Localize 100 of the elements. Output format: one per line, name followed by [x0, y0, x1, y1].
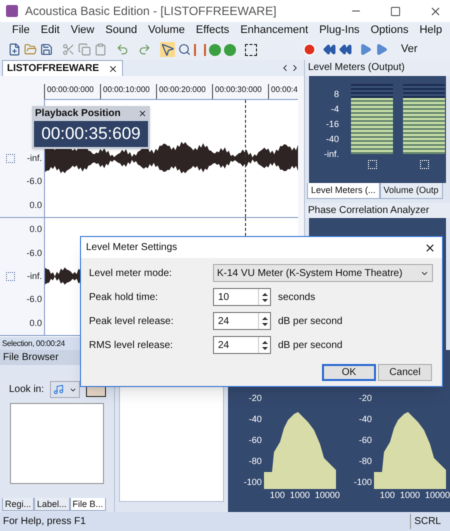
panel-tab[interactable]: File B... [70, 498, 106, 511]
spectrum-x-label: 100 [380, 489, 395, 501]
db-label: -inf. [26, 154, 42, 163]
ruler-label: 00:00:20:000 [156, 84, 212, 99]
channel-icon[interactable] [6, 154, 15, 163]
panel-tab[interactable]: Volume (Outp [380, 183, 443, 199]
panel-title: Phase Correlation Analyzer [305, 203, 450, 218]
close-icon[interactable] [429, 4, 442, 18]
play-icon[interactable] [375, 43, 388, 56]
menu-item[interactable]: View [70, 22, 94, 39]
close-icon[interactable] [424, 242, 436, 254]
play-icon[interactable] [359, 43, 372, 56]
spectrum-x-label: 100 [270, 489, 285, 501]
field-label: RMS level release: [89, 338, 174, 352]
panel-tab[interactable]: Label... [34, 498, 70, 511]
ruler-label: 00:00:30:000 [212, 84, 268, 99]
ruler-label: 00:00:10:000 [100, 84, 156, 99]
save-icon[interactable] [40, 43, 53, 56]
meter-icon[interactable] [368, 160, 376, 169]
new-file-icon[interactable] [8, 43, 21, 56]
spectrum-y-label: -20 [248, 392, 262, 404]
spectrum-y-label: -80 [248, 455, 262, 467]
rewind-icon[interactable] [323, 43, 336, 56]
menu-item[interactable]: Volume [148, 22, 185, 39]
folder-icon[interactable] [24, 43, 37, 56]
spectrum-x-label: 10000 [424, 489, 450, 501]
channel-icon[interactable] [6, 272, 15, 281]
redo-icon[interactable] [138, 43, 151, 56]
unit-label: seconds [278, 290, 316, 304]
spectrum-y-label: -60 [358, 434, 372, 446]
db-label: -6.0 [26, 295, 42, 304]
dialog-button[interactable]: OK [322, 364, 376, 381]
field-label: Peak hold time: [89, 290, 159, 304]
close-icon[interactable] [138, 109, 147, 118]
spectrum-y-label: -40 [358, 413, 372, 425]
menu-item[interactable]: Sound [105, 22, 138, 39]
music-note-icon [53, 384, 64, 395]
app-icon [6, 5, 18, 17]
field-label: Peak level release: [89, 314, 174, 328]
menu-item[interactable]: Effects [196, 22, 230, 39]
window-title: Acoustica Basic Edition - [LISTOFFREEWARE] [25, 3, 276, 20]
spectrum-y-label: -100 [244, 476, 262, 488]
spectrum-x-label: 1000 [290, 489, 310, 501]
panel-tab[interactable]: Regi... [2, 498, 34, 511]
db-label: 0.0 [29, 225, 42, 234]
status-text: For Help, press F1 [2, 515, 86, 529]
menu-item[interactable]: Options [370, 22, 408, 39]
meter-scale-label: -40 [326, 133, 339, 145]
dialog-button[interactable]: Cancel [378, 364, 432, 381]
db-label: -6.0 [26, 177, 42, 186]
status-indicator: SCRL [410, 514, 444, 529]
undo-icon[interactable] [116, 43, 129, 56]
time-display: 00:00:35:609 [32, 121, 150, 149]
toolbar-label[interactable]: Ver [401, 41, 418, 58]
file-list[interactable] [10, 403, 104, 484]
db-label: 0.0 [29, 200, 42, 210]
meter-scale-label: -4 [330, 103, 339, 115]
spectrum-y-label: -20 [358, 392, 372, 404]
rewind-icon[interactable] [339, 43, 352, 56]
dialog-title: Level Meter Settings [86, 241, 178, 255]
menu-item[interactable]: Help [419, 22, 442, 39]
menu-item[interactable]: File [12, 22, 30, 39]
selection-status: Selection, 00:00:24 [2, 338, 65, 350]
unit-label: dB per second [278, 338, 342, 352]
meter-scale-label: -16 [326, 118, 339, 130]
spin-field[interactable]: 24 [213, 336, 271, 354]
panel-tab[interactable]: Level Meters (... [307, 183, 380, 199]
mode-dropdown[interactable]: K-14 VU Meter (K-System Home Theatre) [213, 264, 433, 282]
menu-item[interactable]: Enhancement [240, 22, 308, 39]
range-icon[interactable] [194, 44, 206, 56]
selection-icon[interactable] [245, 44, 257, 56]
menu-item[interactable]: Edit [40, 22, 60, 39]
pointer-icon[interactable] [160, 42, 175, 57]
spin-field[interactable]: 24 [213, 312, 271, 330]
ruler-label: 00:00:00:000 [44, 84, 100, 99]
spectrum-x-label: 1000 [400, 489, 420, 501]
field-label: Level meter mode: [89, 266, 173, 280]
maximize-icon[interactable] [390, 6, 401, 16]
spectrum-y-label: -60 [248, 434, 262, 446]
meter-scale-label: -inf. [324, 148, 339, 160]
panel-title: Level Meters (Output) [305, 60, 450, 76]
db-label: -inf. [26, 272, 42, 281]
spectrum-y-label: -80 [358, 455, 372, 467]
zoom-icon[interactable] [178, 43, 191, 56]
spectrum-x-label: 10000 [314, 489, 340, 501]
look-in-label: Look in: [9, 383, 44, 397]
folder-dropdown[interactable] [50, 381, 80, 398]
window-title: Playback Position [35, 107, 122, 121]
db-label: -6.0 [26, 248, 42, 258]
meter-icon[interactable] [420, 160, 428, 169]
spectrum-y-label: -40 [248, 413, 262, 425]
record-icon[interactable] [303, 43, 316, 56]
close-icon[interactable] [108, 64, 118, 74]
spectrum-y-label: -100 [354, 476, 372, 488]
document-tab[interactable]: LISTOFFREEWARE [2, 60, 124, 76]
unit-label: dB per second [278, 314, 342, 328]
db-label: 0.0 [29, 318, 42, 328]
spin-field[interactable]: 10 [213, 288, 271, 306]
meter-scale-label: 8 [334, 88, 339, 100]
menu-item[interactable]: Plug-Ins [319, 22, 360, 39]
